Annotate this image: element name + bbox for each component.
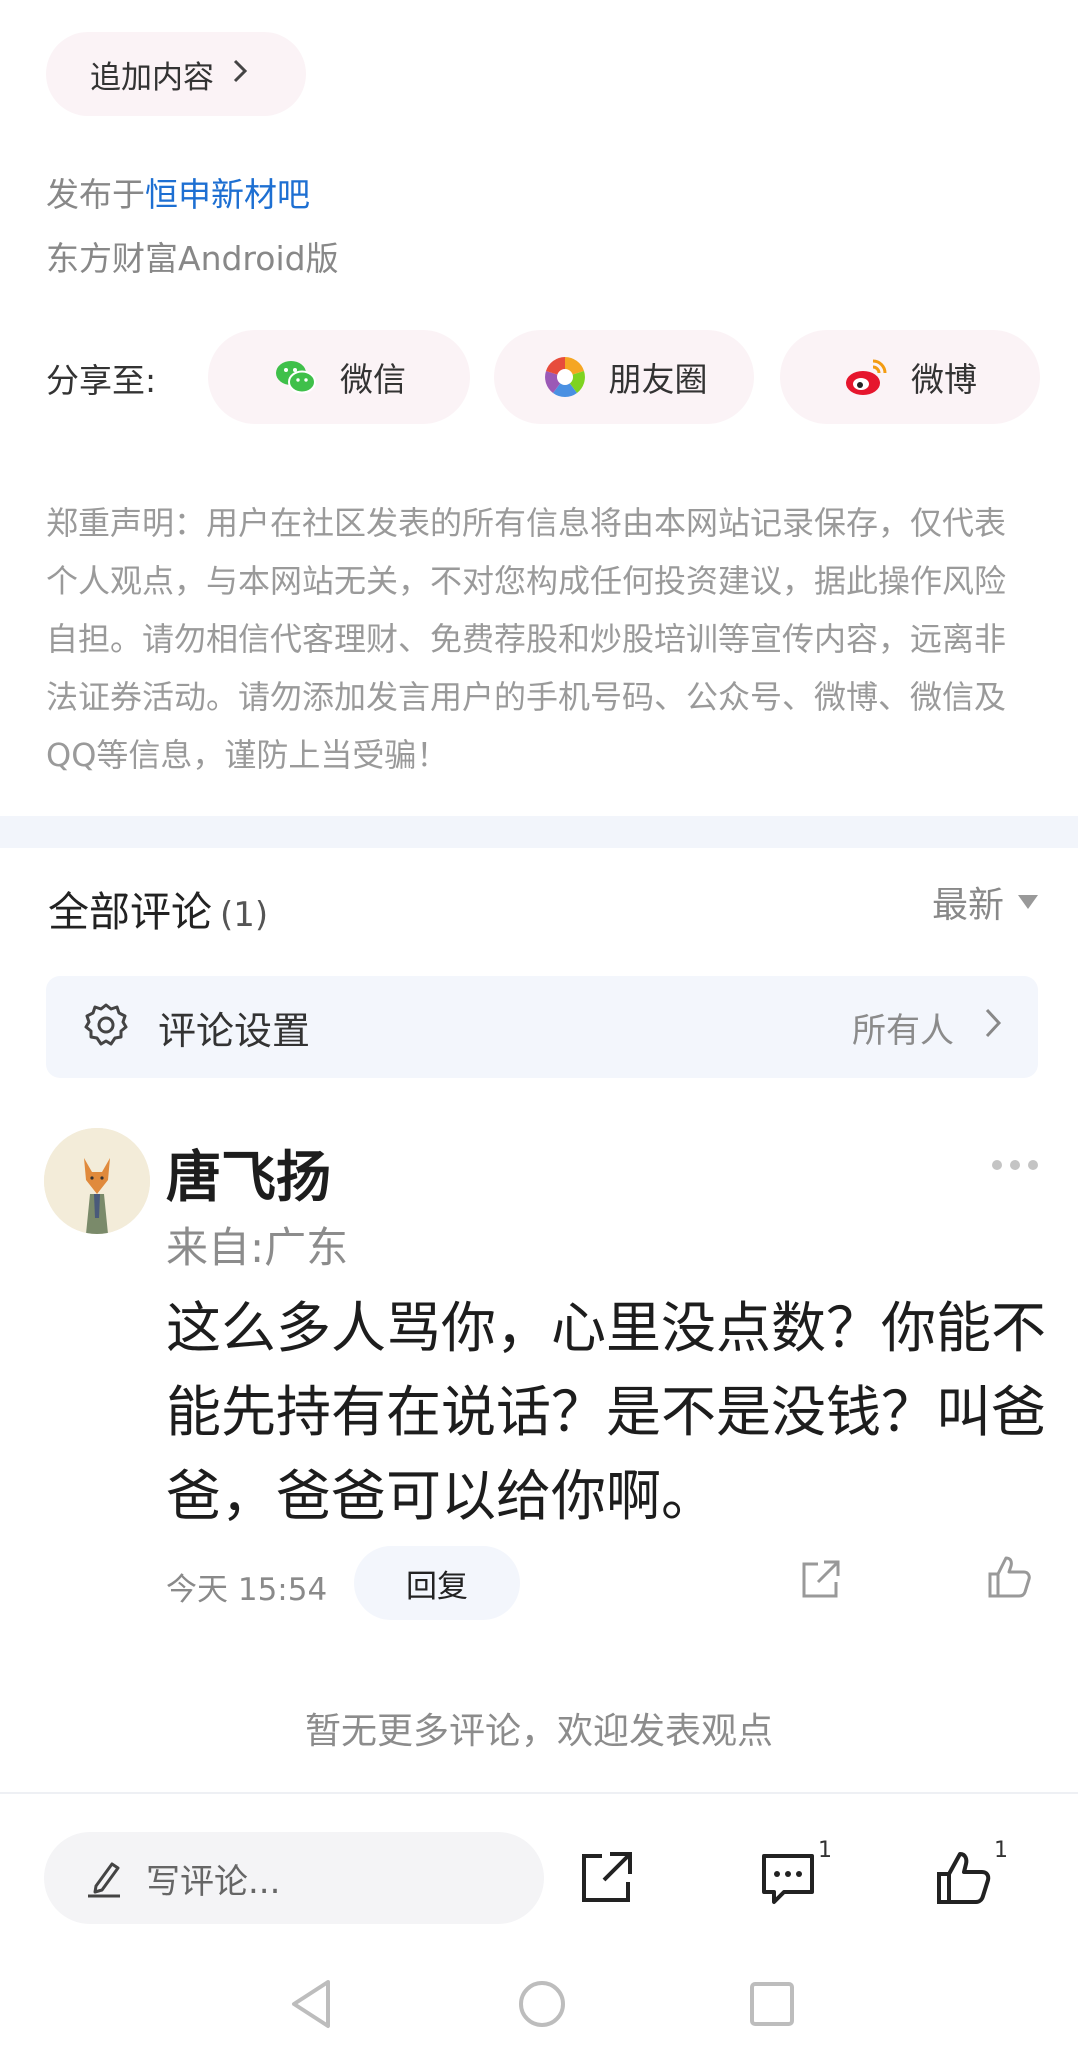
wechat-icon [272, 353, 320, 401]
comment-username[interactable]: 唐飞扬 [166, 1132, 331, 1212]
share-wechat-label: 微信 [340, 360, 406, 399]
comment-settings-value: 所有人 [852, 1010, 954, 1051]
share-moments-label: 朋友圈 [608, 360, 708, 399]
share-weibo-button[interactable]: 微博 [780, 330, 1040, 424]
posted-prefix: 发布于 [46, 175, 145, 214]
no-more-comments: 暂无更多评论，欢迎发表观点 [304, 1711, 773, 1752]
moments-icon [541, 353, 589, 401]
comment-location: 来自:广东 [166, 1223, 349, 1272]
disclaimer-text: 郑重声明：用户在社区发表的所有信息将由本网站记录保存，仅代表个人观点，与本网站无… [46, 504, 1007, 774]
chevron-right-icon [232, 57, 248, 92]
comment-time: 今天 15:54 [166, 1572, 328, 1608]
write-comment-placeholder: 写评论... [146, 1861, 281, 1902]
bottom-bar-divider [0, 1792, 1078, 1794]
share-icon[interactable] [796, 1556, 844, 1604]
gear-icon [82, 1001, 130, 1053]
comment-settings-label: 评论设置 [158, 1008, 311, 1053]
share-weibo-label: 微博 [911, 360, 977, 399]
recents-icon[interactable] [748, 1978, 796, 2034]
section-divider [0, 816, 1078, 848]
back-icon[interactable] [288, 1978, 334, 2034]
comment-count-badge: 1 [818, 1838, 832, 1863]
sort-label: 最新 [931, 885, 1004, 926]
append-content-label: 追加内容 [90, 59, 214, 96]
comment-settings-row[interactable]: 评论设置 所有人 [46, 976, 1038, 1078]
thumbs-up-icon[interactable] [984, 1552, 1034, 1602]
comments-count: (1) [220, 895, 269, 935]
avatar[interactable] [44, 1128, 150, 1234]
pencil-icon [86, 1858, 122, 1898]
write-comment-input[interactable]: 写评论... [44, 1832, 544, 1924]
caret-down-icon [1018, 895, 1038, 909]
share-label: 分享至: [46, 361, 157, 400]
weibo-icon [843, 353, 891, 401]
comments-header: 全部评论 (1) [48, 878, 268, 938]
home-icon[interactable] [516, 1978, 568, 2034]
comment-icon[interactable] [758, 1848, 818, 1908]
comment-settings-value-group: 所有人 [852, 1003, 1002, 1052]
share-icon[interactable] [576, 1848, 636, 1908]
client-source: 东方财富Android版 [46, 239, 339, 278]
like-count-badge: 1 [994, 1838, 1008, 1863]
share-moments-button[interactable]: 朋友圈 [494, 330, 754, 424]
reply-button[interactable]: 回复 [354, 1546, 520, 1620]
chevron-right-icon [984, 1007, 1002, 1048]
append-content-button[interactable]: 追加内容 [46, 32, 306, 116]
comment-text: 这么多人骂你，心里没点数？你能不能先持有在说话？是不是没钱？叫爸爸，爸爸可以给你… [166, 1296, 1047, 1528]
comments-title: 全部评论 [48, 888, 212, 936]
posted-in-line: 发布于恒申新材吧 [46, 168, 310, 216]
share-wechat-button[interactable]: 微信 [208, 330, 470, 424]
thumbs-up-icon[interactable] [934, 1848, 994, 1908]
sort-dropdown[interactable]: 最新 [932, 876, 1038, 928]
bar-link[interactable]: 恒申新材吧 [145, 175, 310, 214]
more-options-icon[interactable] [992, 1160, 1038, 1170]
